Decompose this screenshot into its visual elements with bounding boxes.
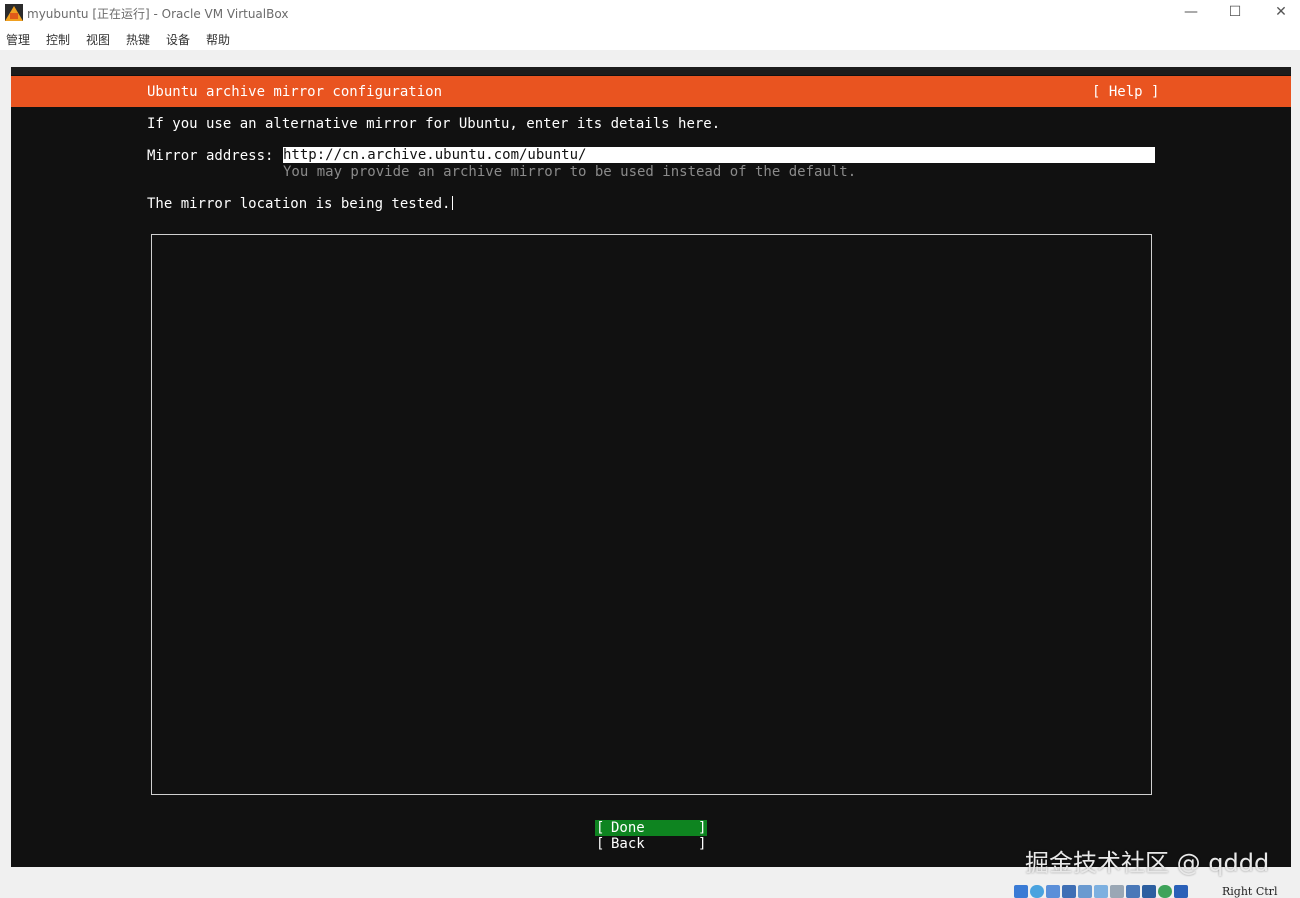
mouse-integration-icon[interactable] [1174, 885, 1188, 898]
vm-display[interactable]: Ubuntu archive mirror configuration [ He… [11, 67, 1291, 867]
close-icon: ✕ [1275, 4, 1287, 20]
network-icon[interactable] [1062, 885, 1076, 898]
mirror-test-status: The mirror location is being tested. [147, 196, 454, 212]
text-cursor [452, 196, 454, 210]
menu-control[interactable]: 控制 [46, 31, 70, 48]
menu-manage[interactable]: 管理 [6, 31, 30, 48]
menu-hotkeys[interactable]: 热键 [126, 31, 150, 48]
mirror-test-status-text: The mirror location is being tested. [147, 196, 451, 212]
back-label: Back [611, 836, 645, 852]
installer-title: Ubuntu archive mirror configuration [147, 84, 443, 100]
back-left-bracket: [ [596, 836, 605, 852]
optical-drive-icon[interactable] [1030, 885, 1044, 898]
vm-status-bar: Right Ctrl [0, 884, 1300, 898]
watermark: 掘金技术社区 @ qddd [1025, 849, 1270, 877]
menu-view[interactable]: 视图 [86, 31, 110, 48]
help-button[interactable]: [ Help ] [1092, 84, 1159, 100]
minimize-icon: — [1184, 4, 1198, 20]
mirror-address-hint: You may provide an archive mirror to be … [283, 164, 857, 180]
done-left-bracket: [ [596, 820, 605, 836]
host-key-label: Right Ctrl [1222, 885, 1278, 898]
done-label: Done [611, 820, 645, 836]
maximize-icon: ☐ [1228, 4, 1242, 20]
back-button[interactable]: [ Back ] [595, 836, 707, 852]
hard-disk-icon[interactable] [1014, 885, 1028, 898]
display-icon[interactable] [1110, 885, 1124, 898]
close-button[interactable]: ✕ [1258, 0, 1300, 24]
video-capture-icon[interactable] [1126, 885, 1140, 898]
status-icons [1014, 885, 1188, 898]
intro-text: If you use an alternative mirror for Ubu… [147, 116, 721, 132]
virtualization-icon[interactable] [1142, 885, 1156, 898]
mirror-test-log [151, 234, 1152, 795]
shared-folder-icon[interactable] [1094, 885, 1108, 898]
audio-icon[interactable] [1046, 885, 1060, 898]
minimize-button[interactable]: — [1168, 0, 1214, 24]
vm-top-strip [11, 67, 1291, 75]
mirror-address-label: Mirror address: [147, 148, 274, 164]
menu-bar: 管理 控制 视图 热键 设备 帮助 [0, 26, 1300, 50]
mirror-address-input[interactable] [283, 147, 1155, 163]
window-titlebar: myubuntu [正在运行] - Oracle VM VirtualBox —… [0, 0, 1300, 26]
menu-devices[interactable]: 设备 [166, 31, 190, 48]
guest-additions-icon[interactable] [1158, 885, 1172, 898]
installer-header: Ubuntu archive mirror configuration [ He… [11, 76, 1291, 107]
done-button[interactable]: [ Done ] [595, 820, 707, 836]
menu-help[interactable]: 帮助 [206, 31, 230, 48]
back-right-bracket: ] [698, 836, 707, 852]
virtualbox-vm-icon [5, 4, 23, 21]
window-title: myubuntu [正在运行] - Oracle VM VirtualBox [27, 7, 289, 21]
maximize-button[interactable]: ☐ [1212, 0, 1258, 24]
done-right-bracket: ] [698, 820, 707, 836]
usb-icon[interactable] [1078, 885, 1092, 898]
